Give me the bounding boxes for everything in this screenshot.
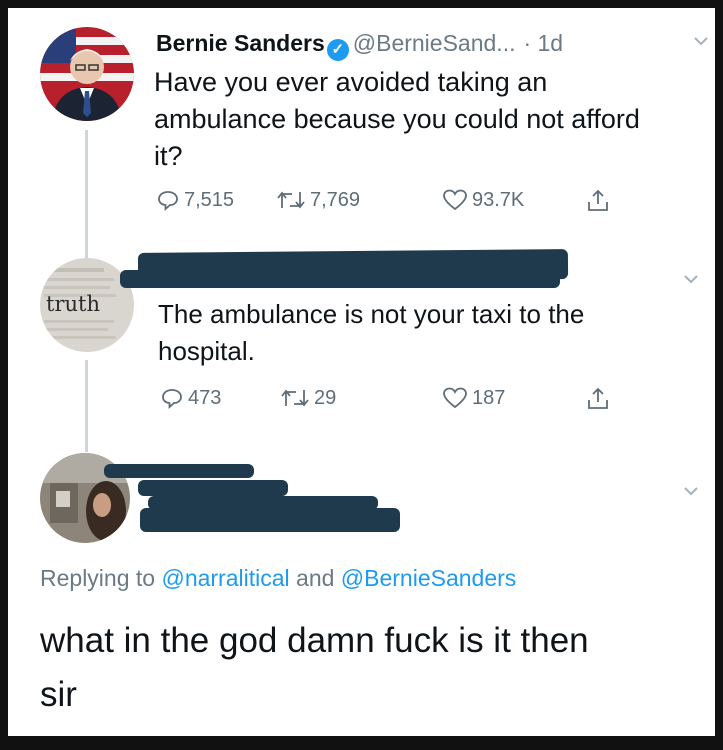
reply-count: 473 — [188, 386, 222, 409]
share-button[interactable] — [586, 386, 610, 412]
retweet-icon — [277, 191, 305, 209]
thread-line — [85, 360, 88, 452]
tweet-actions: 473 29 187 — [160, 386, 620, 416]
chevron-down-icon[interactable] — [693, 30, 709, 53]
tweet-text-line: hospital. — [158, 336, 255, 366]
retweet-button[interactable]: 7,769 — [276, 188, 360, 212]
retweet-count: 7,769 — [310, 188, 361, 211]
thread-line — [85, 130, 88, 260]
tweet-text-line: Have you ever avoided taking an — [154, 67, 548, 97]
like-count: 93.7K — [472, 188, 525, 211]
tweet-text-line: The ambulance is not your taxi to the — [158, 299, 585, 329]
reply-text-line: sir — [40, 675, 77, 714]
replying-conjunction: and — [296, 565, 335, 591]
author-handle[interactable]: @BernieSand... — [353, 30, 516, 56]
reply-count: 7,515 — [184, 188, 235, 211]
redacted-username — [104, 464, 254, 478]
tweet-actions: 7,515 7,769 93.7K — [156, 188, 616, 218]
avatar-bernie[interactable] — [40, 27, 134, 121]
like-button[interactable]: 93.7K — [442, 188, 524, 212]
like-icon — [443, 189, 467, 211]
reply-button[interactable]: 473 — [160, 386, 221, 410]
like-count: 187 — [472, 386, 506, 409]
verified-icon: ✓ — [326, 39, 349, 61]
share-icon — [588, 189, 608, 211]
share-button[interactable] — [586, 188, 610, 214]
retweet-icon — [281, 389, 309, 407]
tweet-header: Bernie Sanders ✓ @BernieSand... · 1d — [156, 30, 563, 61]
retweet-count: 29 — [314, 386, 337, 409]
reply-icon — [158, 191, 178, 212]
reply-text: what in the god damn fuck is it then sir — [40, 614, 700, 722]
author-name[interactable]: Bernie Sanders — [156, 30, 325, 56]
replying-to: Replying to @narralitical and @BernieSan… — [40, 565, 516, 592]
tweet-text-line: it? — [154, 141, 183, 171]
reply-button[interactable]: 7,515 — [156, 188, 234, 212]
tweet-text-line: ambulance because you could not afford — [154, 104, 640, 134]
redacted-username — [120, 270, 560, 288]
redacted-username — [138, 480, 288, 496]
avatar-label: truth — [46, 292, 100, 316]
share-icon — [588, 387, 608, 409]
like-icon — [443, 387, 467, 409]
chevron-down-icon[interactable] — [683, 480, 699, 503]
like-button[interactable]: 187 — [442, 386, 505, 410]
reply-icon — [162, 389, 182, 410]
mention-link[interactable]: @BernieSanders — [341, 565, 517, 591]
reply-text-line: what in the god damn fuck is it then — [40, 621, 589, 660]
replying-prefix: Replying to — [40, 565, 156, 591]
tweet-time[interactable]: · 1d — [523, 30, 563, 56]
tweet-text: The ambulance is not your taxi to the ho… — [158, 296, 584, 370]
chevron-down-icon[interactable] — [683, 268, 699, 291]
retweet-button[interactable]: 29 — [280, 386, 336, 410]
mention-link[interactable]: @narralitical — [161, 565, 289, 591]
tweet-text: Have you ever avoided taking an ambulanc… — [154, 64, 640, 175]
redacted-handle — [140, 508, 400, 532]
screenshot-frame: Bernie Sanders ✓ @BernieSand... · 1d Have y… — [8, 8, 715, 736]
